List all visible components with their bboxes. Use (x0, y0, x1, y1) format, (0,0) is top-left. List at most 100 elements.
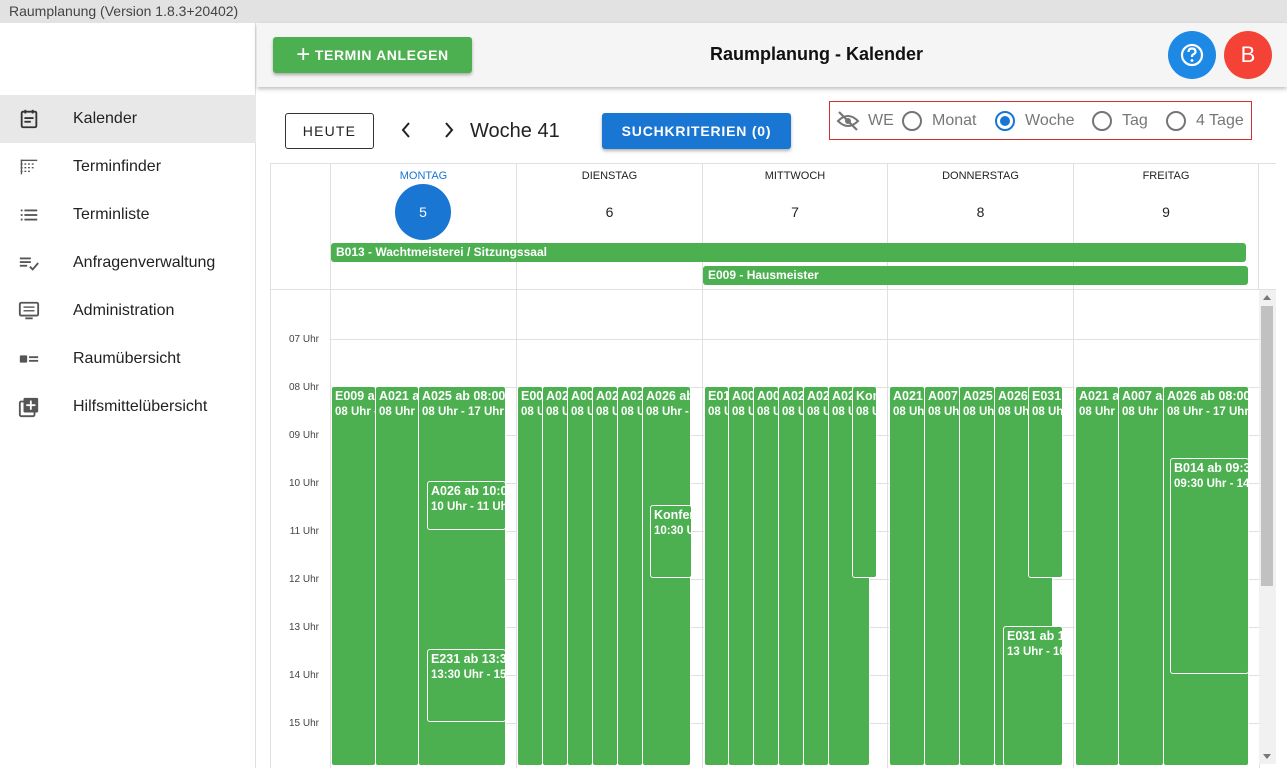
calendar-event[interactable]: B014 ab 09:30 09:30 Uhr - 14 Uhr (1170, 458, 1249, 674)
weekend-toggle[interactable]: WE (836, 111, 894, 131)
chevron-left-icon[interactable] (398, 120, 414, 140)
sidebar-item-administration[interactable]: Administration (0, 287, 256, 335)
day-header-monday[interactable]: MONTAG 5 (330, 164, 516, 289)
view-option-month[interactable]: Monat (902, 111, 976, 131)
event-title: Konferenz (654, 508, 691, 522)
plus-icon: + (296, 41, 311, 68)
sidebar-item-hilfsmitteluebersicht[interactable]: Hilfsmittelübersicht (0, 383, 256, 431)
view-option-week[interactable]: Woche (995, 111, 1075, 131)
calendar-event[interactable]: A021 ab 08:00 08 Uhr - 17 Uhr (375, 386, 419, 766)
today-date-badge[interactable]: 5 (395, 184, 451, 240)
calendar-event[interactable]: A021 ab 08:00 08 Uhr (542, 386, 568, 766)
event-time: 08 Uhr (856, 406, 876, 418)
help-button[interactable] (1168, 31, 1216, 79)
event-title: E009 ab 08:00 (521, 389, 543, 403)
event-title: A007 ab 08:00 (571, 389, 592, 403)
new-appointment-button[interactable]: + TERMIN ANLEGEN (273, 37, 472, 73)
allday-event[interactable]: B013 - Wachtmeisterei / Sitzungssaal (331, 243, 1246, 262)
day-name: DONNERSTAG (942, 170, 1019, 182)
calendar-event[interactable]: A025 ab 08:00 08 Uhr (803, 386, 829, 766)
calendar-event[interactable]: E031 ab 13:00 13 Uhr - 16 Uhr (1003, 626, 1063, 766)
calendar-event[interactable]: A021 ab 08:00 08 Uhr (778, 386, 804, 766)
monitor-icon (18, 301, 40, 320)
day-number[interactable]: 6 (517, 204, 702, 220)
calendar-event[interactable]: E231 ab 13:30 13:30 Uhr - 15 Uhr (427, 649, 506, 722)
calendar-event[interactable]: A007 ab 08:00 08 Uhr (753, 386, 779, 766)
sidebar-item-label: Kalender (73, 110, 138, 127)
radio-month[interactable] (902, 111, 922, 131)
calendar-event[interactable]: A007 ab 08:00 08 Uhr (924, 386, 960, 766)
scroll-up-arrow[interactable] (1263, 295, 1271, 300)
calendar-event[interactable]: A026 ab 10:00 10 Uhr - 11 Uhr (427, 481, 506, 530)
calendar-event[interactable]: A025 ab 08:00 08 Uhr (617, 386, 643, 766)
day-header-tuesday[interactable]: DIENSTAG 6 (516, 164, 702, 289)
calendar-event[interactable]: A025 ab 08:00 08 Uhr (959, 386, 995, 766)
calendar-event[interactable]: E011 ab 08:00 08 Uhr (704, 386, 729, 766)
calendar-event[interactable]: Konferenz 08 Uhr (852, 386, 877, 578)
day-number[interactable]: 9 (1074, 204, 1258, 220)
chevron-right-icon[interactable] (441, 120, 457, 140)
view-option-day[interactable]: Tag (1092, 111, 1148, 131)
help-icon (1180, 43, 1204, 67)
radio-4days[interactable] (1166, 111, 1186, 131)
radio-week[interactable] (995, 111, 1015, 131)
calendar-event[interactable]: A021 ab 08:00 08 Uhr (1075, 386, 1119, 766)
calendar-event[interactable]: E009 ab 08:00 08 Uhr (517, 386, 543, 766)
hour-label: 09 Uhr (288, 430, 319, 441)
event-time: 08 Uhr - 17 Uhr (379, 406, 418, 418)
day-number[interactable]: 7 (703, 204, 887, 220)
user-avatar[interactable]: B (1224, 31, 1272, 79)
event-time: 08 Uhr (893, 406, 925, 418)
calendar-event[interactable]: Konferenz 10:30 Uhr (650, 505, 692, 578)
event-time: 08 Uhr (521, 406, 542, 418)
sidebar-item-terminfinder[interactable]: Terminfinder (0, 143, 256, 191)
radio-day[interactable] (1092, 111, 1112, 131)
event-time: 08 Uhr (1122, 406, 1158, 418)
event-time: 10 Uhr - 11 Uhr (431, 501, 506, 513)
event-title: A021 ab 08:00 (893, 389, 924, 403)
event-time: 08 Uhr (1079, 406, 1115, 418)
event-title: A007 ab 08:00 (757, 389, 778, 403)
event-title: Konferenz (856, 389, 876, 403)
sidebar-item-anfragenverwaltung[interactable]: Anfragenverwaltung (0, 239, 256, 287)
sidebar-item-kalender[interactable]: Kalender (0, 95, 256, 143)
scroll-thumb[interactable] (1261, 306, 1273, 586)
day-name: FREITAG (1142, 170, 1190, 182)
event-title: A007 ab 08:00 (928, 389, 959, 403)
event-title: B014 ab 09:30 (1174, 461, 1248, 475)
sidebar-item-terminliste[interactable]: Terminliste (0, 191, 256, 239)
hour-label: 15 Uhr (288, 718, 319, 729)
sidebar-item-label: Terminliste (73, 206, 150, 223)
view-option-4days[interactable]: 4 Tage (1166, 111, 1244, 131)
calendar-event[interactable]: E031 ab 08:00 08 Uhr (1028, 386, 1063, 578)
event-title: A025 ab 08:00 (807, 389, 828, 403)
event-time: 08 Uhr (708, 406, 728, 418)
sidebar-item-raumuebersicht[interactable]: Raumübersicht (0, 335, 256, 383)
hour-label: 10 Uhr (288, 478, 319, 489)
event-time: 09:30 Uhr - 14 Uhr (1174, 478, 1249, 490)
scroll-down-arrow[interactable] (1263, 754, 1271, 759)
allday-event[interactable]: E009 - Hausmeister (703, 266, 1248, 285)
calendar-event[interactable]: A007 ab 08:00 08 Uhr (728, 386, 754, 766)
calendar-event[interactable]: A025 ab 08:00 08 Uhr (592, 386, 618, 766)
event-title: E011 ab 08:00 (708, 389, 729, 403)
new-appointment-label: TERMIN ANLEGEN (314, 47, 449, 63)
sidebar-item-label: Anfragenverwaltung (73, 254, 216, 271)
today-button[interactable]: HEUTE (285, 113, 374, 149)
event-title: A021 ab 08:00 (1079, 389, 1119, 403)
calendar-event[interactable]: A021 ab 08:00 08 Uhr (889, 386, 925, 766)
app-header: + TERMIN ANLEGEN Raumplanung - Kalender … (257, 23, 1287, 87)
calendar-event[interactable]: E009 ab 08:00 08 Uhr - 17 Uhr (331, 386, 376, 766)
search-criteria-button[interactable]: SUCHKRITERIEN (0) (602, 113, 791, 149)
event-time: 08 Uhr (1032, 406, 1063, 418)
calendar-event[interactable]: A007 ab 08:00 08 Uhr (1118, 386, 1164, 766)
day-number[interactable]: 8 (888, 204, 1073, 220)
event-title: A025 ab 08:00 (596, 389, 617, 403)
event-time: 08 Uhr - 17 Uhr (646, 406, 690, 418)
calendar-scrollbar[interactable] (1259, 290, 1276, 764)
grid-icon (20, 159, 38, 175)
day-name: MONTAG (399, 170, 448, 182)
hour-label: 14 Uhr (288, 670, 319, 681)
calendar-event[interactable]: A007 ab 08:00 08 Uhr (567, 386, 593, 766)
event-title: E231 ab 13:30 (431, 652, 506, 666)
